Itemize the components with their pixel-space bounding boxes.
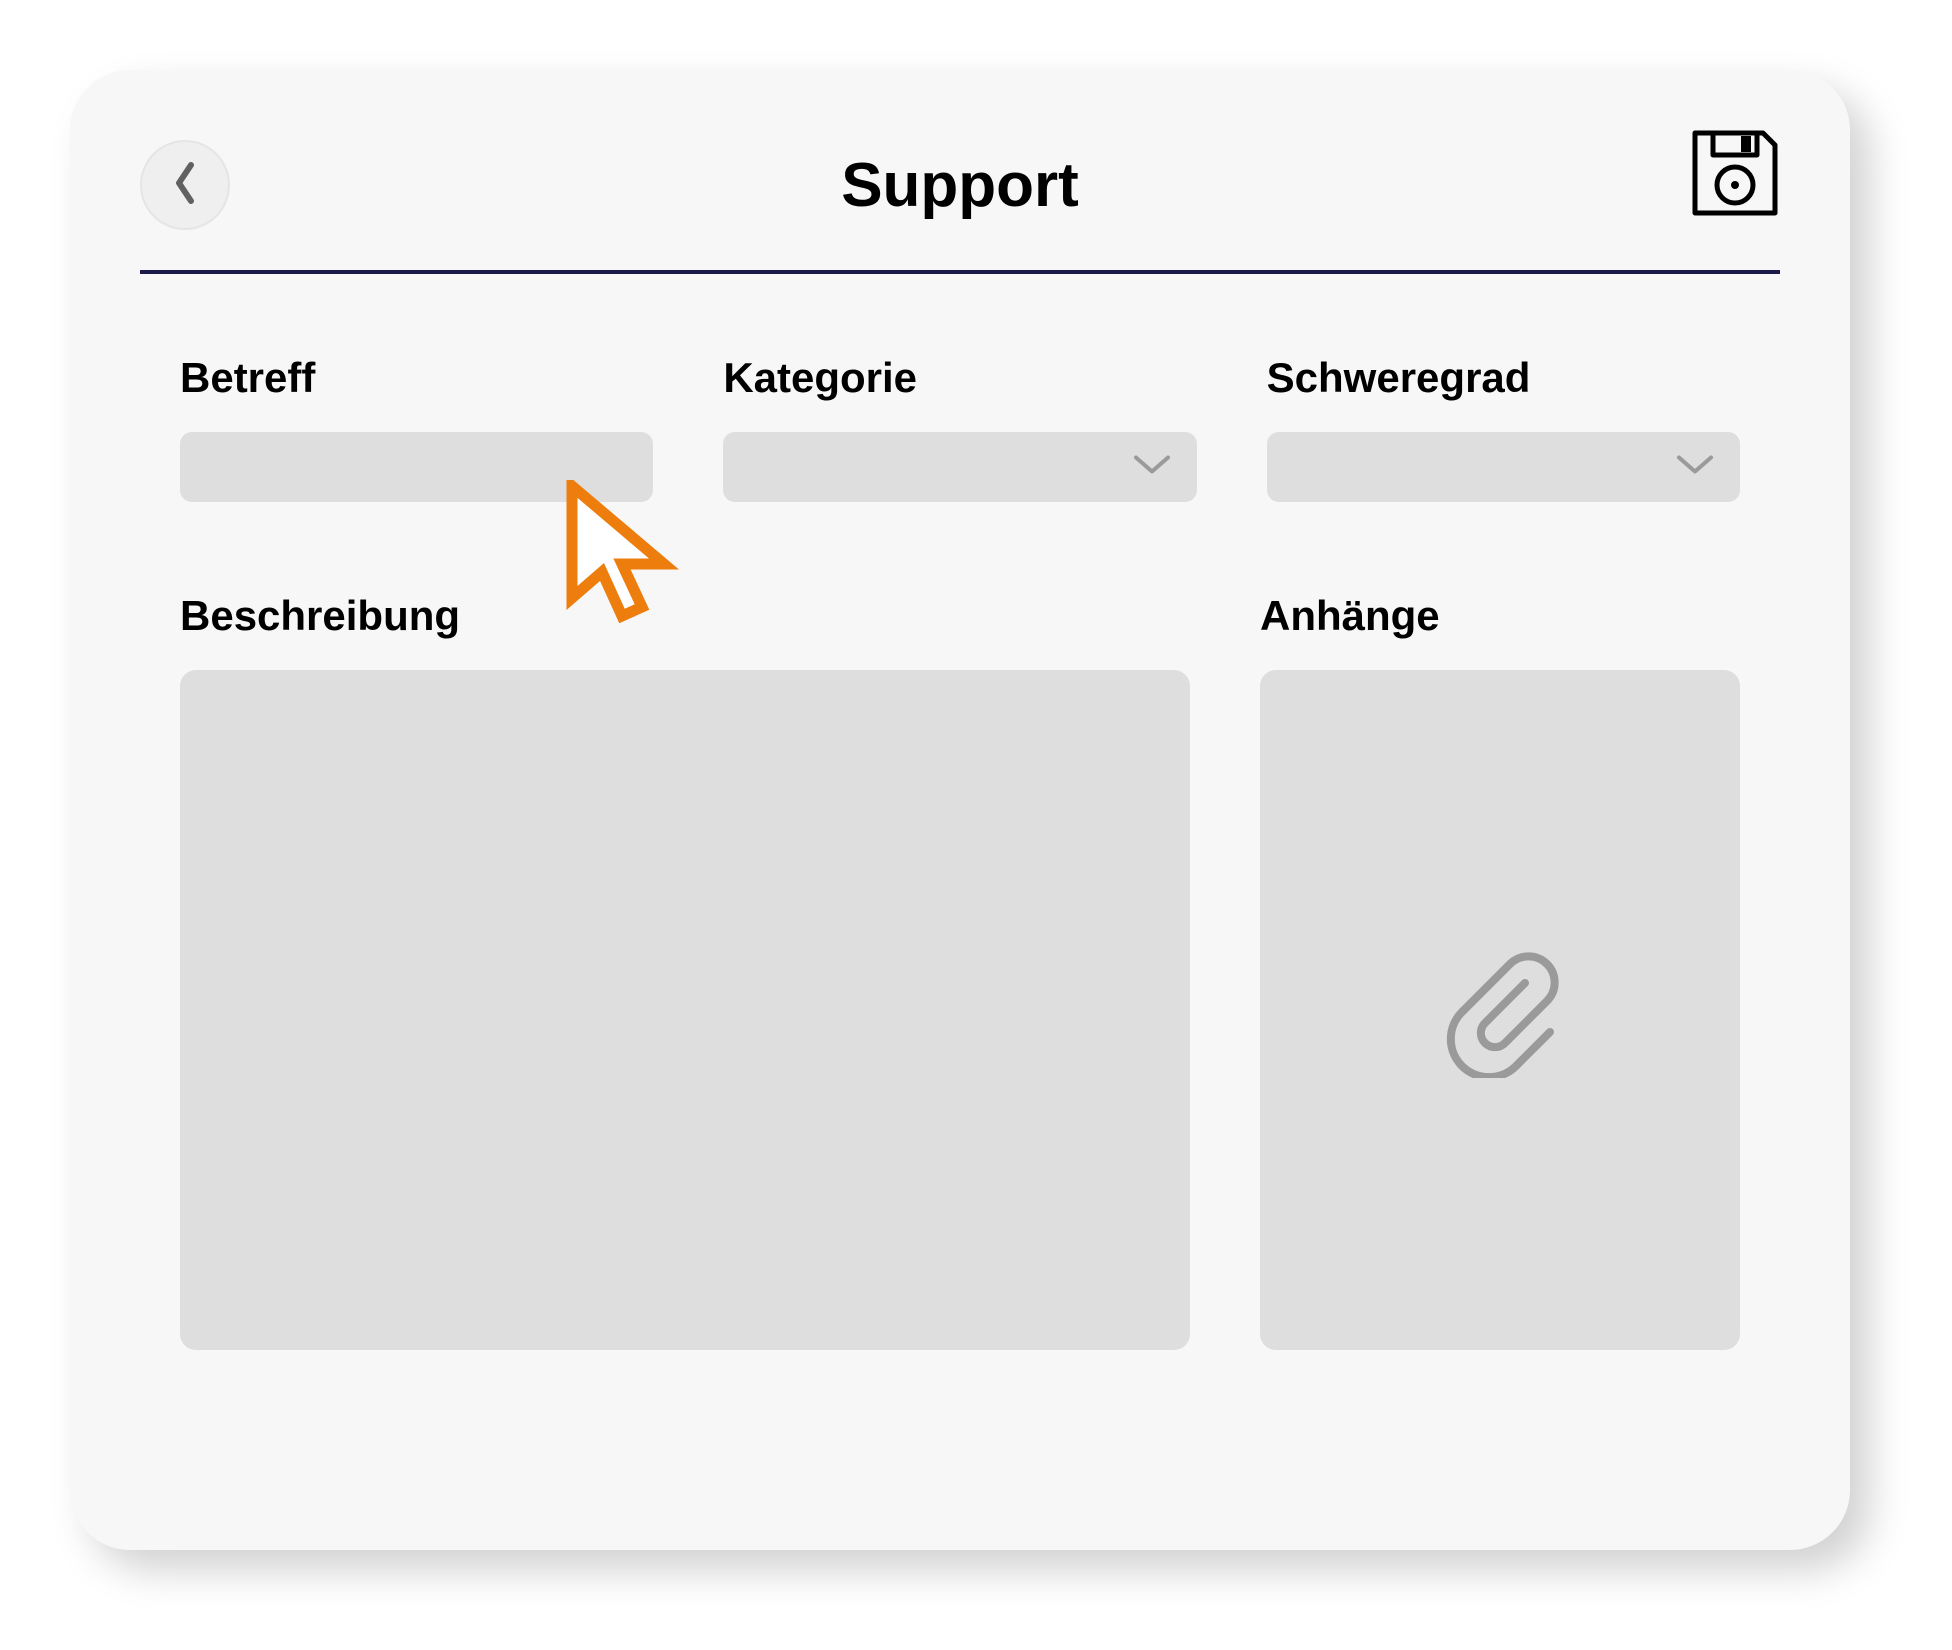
- subject-field-group: Betreff: [180, 354, 653, 502]
- severity-label: Schweregrad: [1267, 354, 1740, 402]
- category-field-group: Kategorie: [723, 354, 1196, 502]
- back-button[interactable]: [140, 140, 230, 230]
- floppy-disk-icon: [1685, 123, 1785, 228]
- description-field-group: Beschreibung: [180, 592, 1190, 1350]
- description-label: Beschreibung: [180, 592, 1190, 640]
- paperclip-icon: [1430, 938, 1570, 1083]
- subject-label: Betreff: [180, 354, 653, 402]
- attachments-label: Anhänge: [1260, 592, 1740, 640]
- form-row-2: Beschreibung Anhänge: [180, 592, 1740, 1350]
- form-row-1: Betreff Kategorie Schweregrad: [180, 354, 1740, 502]
- severity-field-group: Schweregrad: [1267, 354, 1740, 502]
- attachments-field-group: Anhänge: [1260, 592, 1740, 1350]
- page-title: Support: [841, 150, 1079, 221]
- attachments-dropzone[interactable]: [1260, 670, 1740, 1350]
- subject-input[interactable]: [180, 432, 653, 502]
- save-button[interactable]: [1680, 120, 1790, 230]
- header: Support: [140, 130, 1780, 240]
- chevron-left-icon: [171, 161, 199, 210]
- category-select[interactable]: [723, 432, 1196, 502]
- description-textarea[interactable]: [180, 670, 1190, 1350]
- category-label: Kategorie: [723, 354, 1196, 402]
- severity-select[interactable]: [1267, 432, 1740, 502]
- chevron-down-icon: [1132, 454, 1172, 481]
- chevron-down-icon: [1675, 454, 1715, 481]
- support-form: Betreff Kategorie Schweregrad: [140, 274, 1780, 1350]
- support-card: Support Betreff Kategorie: [70, 70, 1850, 1550]
